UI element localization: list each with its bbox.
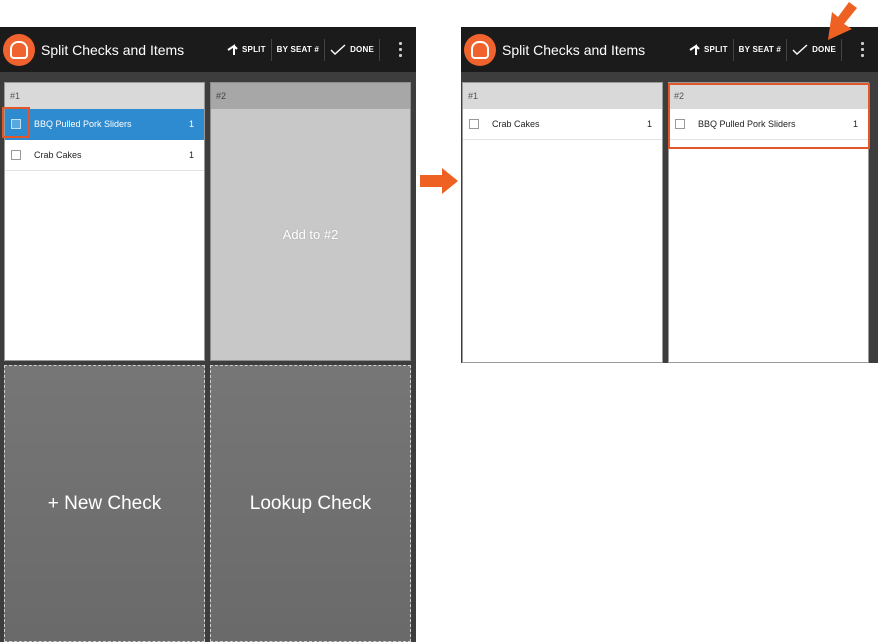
new-check-button[interactable]: + New Check [4, 365, 205, 642]
done-label: DONE [350, 45, 374, 54]
split-button[interactable]: SPLIT [222, 27, 271, 72]
list-item[interactable]: Crab Cakes 1 [5, 140, 204, 171]
list-item[interactable]: BBQ Pulled Pork Sliders 1 [5, 109, 204, 140]
by-seat-label: BY SEAT # [738, 45, 782, 54]
split-label: SPLIT [704, 45, 728, 54]
overflow-menu-button[interactable] [384, 27, 416, 72]
item-checkbox[interactable] [11, 150, 21, 160]
add-to-check-target[interactable]: #2 Add to #2 [210, 82, 411, 361]
toolbar-divider [379, 38, 380, 61]
check-icon [792, 43, 808, 55]
item-checkbox[interactable] [469, 119, 479, 129]
item-qty: 1 [852, 119, 858, 129]
item-qty: 1 [646, 119, 652, 129]
app-title: Split Checks and Items [502, 41, 646, 58]
check-header: #2 [669, 83, 868, 109]
done-button[interactable]: DONE [325, 27, 379, 72]
app-title: Split Checks and Items [41, 41, 185, 58]
item-checkbox[interactable] [675, 119, 685, 129]
item-checkbox[interactable] [11, 119, 21, 129]
by-seat-button[interactable]: BY SEAT # [272, 27, 324, 72]
check-icon [330, 43, 346, 55]
check-panel-1: #1 Crab Cakes 1 [462, 82, 663, 363]
list-item[interactable]: Crab Cakes 1 [463, 109, 662, 140]
toast-logo-icon [464, 33, 496, 66]
item-name: BBQ Pulled Pork Sliders [34, 119, 132, 129]
toast-logo-icon [3, 33, 35, 66]
done-label: DONE [812, 45, 836, 54]
add-to-check-label: Add to #2 [282, 227, 339, 242]
split-icon [689, 43, 700, 55]
right-arrow-icon [420, 168, 458, 194]
by-seat-button[interactable]: BY SEAT # [734, 27, 786, 72]
lookup-check-button[interactable]: Lookup Check [210, 365, 411, 642]
screen-before: Split Checks and Items SPLIT BY SEAT # D… [0, 27, 416, 642]
check-panel-2: #2 BBQ Pulled Pork Sliders 1 [668, 82, 869, 363]
pointer-arrow-icon [828, 2, 857, 40]
by-seat-label: BY SEAT # [276, 45, 320, 54]
overflow-menu-icon [398, 41, 402, 59]
item-name: BBQ Pulled Pork Sliders [698, 119, 796, 129]
item-name: Crab Cakes [492, 119, 540, 129]
list-item[interactable]: BBQ Pulled Pork Sliders 1 [669, 109, 868, 140]
overflow-menu-icon [860, 41, 864, 59]
item-name: Crab Cakes [34, 150, 82, 160]
item-qty: 1 [188, 119, 194, 129]
check-panel-1: #1 BBQ Pulled Pork Sliders 1 Crab Cakes … [4, 82, 205, 361]
split-icon [227, 43, 238, 55]
item-qty: 1 [188, 150, 194, 160]
app-bar: Split Checks and Items SPLIT BY SEAT # D… [0, 27, 416, 72]
check-header: #1 [463, 83, 662, 109]
screen-after: Split Checks and Items SPLIT BY SEAT # D… [461, 27, 878, 363]
app-bar: Split Checks and Items SPLIT BY SEAT # D… [461, 27, 878, 72]
check-header: #2 [211, 83, 410, 109]
split-label: SPLIT [242, 45, 266, 54]
check-header: #1 [5, 83, 204, 109]
split-button[interactable]: SPLIT [684, 27, 733, 72]
